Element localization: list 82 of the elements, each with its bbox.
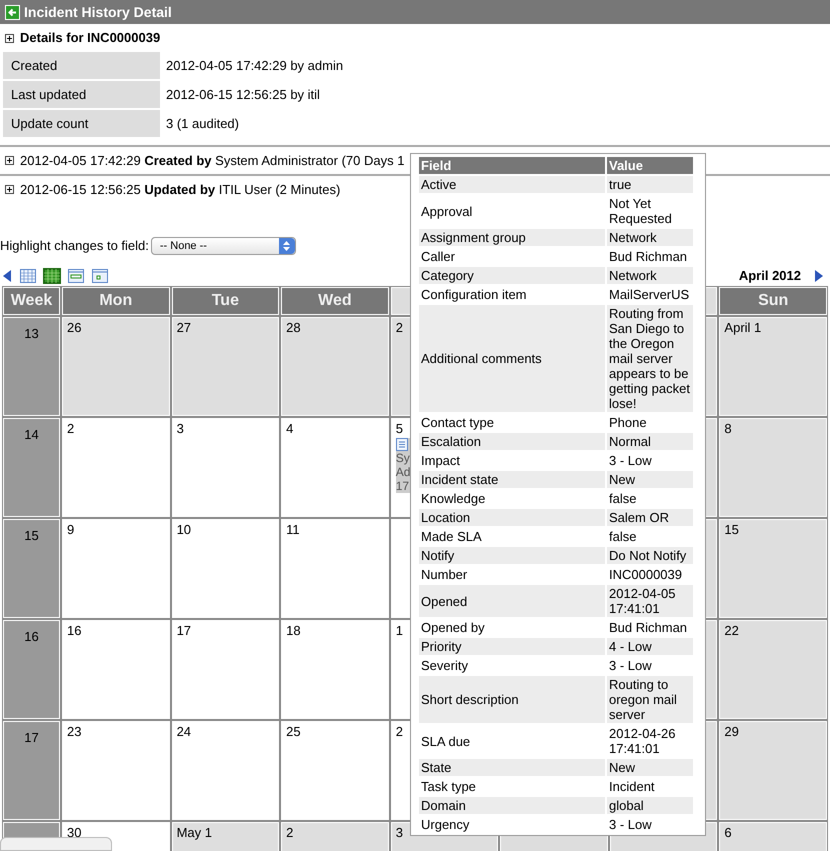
day-number: 11	[286, 522, 300, 537]
day-number: 2	[67, 421, 74, 436]
day-number: 9	[67, 522, 74, 537]
section-heading: Details for INC0000039	[20, 29, 160, 48]
column-header: Wed	[281, 287, 389, 315]
field-name: Priority	[419, 638, 605, 655]
day-number: 1	[396, 623, 403, 638]
field-label: Update count	[3, 110, 160, 137]
day-number: 3	[176, 421, 184, 436]
field-value: Network	[607, 229, 693, 246]
day-number: 3	[396, 825, 403, 840]
day-number: 23	[67, 724, 82, 739]
field-value: Network	[607, 267, 693, 284]
day-number: 5	[396, 421, 403, 436]
column-header: Tue	[172, 287, 280, 315]
day-number: 24	[176, 724, 192, 739]
field-label: Highlight changes to field:	[0, 237, 149, 256]
field-label: Created	[3, 52, 160, 79]
field-name: Short description	[419, 676, 605, 723]
column-header: Value	[607, 157, 693, 174]
expand-icon[interactable]	[5, 185, 14, 194]
day-number: 10	[176, 522, 192, 537]
day-number: 25	[286, 724, 301, 739]
field-name: Notify	[419, 547, 605, 564]
day-number: 2	[286, 825, 294, 840]
column-header: Field	[419, 157, 605, 174]
day-number: 22	[724, 623, 739, 638]
month-grid-icon[interactable]	[44, 269, 60, 283]
field-name: Category	[419, 267, 605, 284]
field-name: Domain	[419, 797, 605, 814]
field-value: 2012-06-15 12:56:25 by itil	[166, 86, 321, 104]
day-number: 17	[176, 623, 192, 638]
day-number: 27	[176, 320, 192, 335]
week-number-cell: 16	[3, 620, 60, 719]
week-number-cell: 13	[3, 317, 60, 416]
day-number: May 1	[176, 825, 212, 840]
day-number: 2	[396, 320, 403, 335]
field-label: Last updated	[3, 81, 160, 108]
expand-icon[interactable]	[5, 156, 14, 165]
day-number: 15	[724, 522, 739, 537]
field-name: Active	[419, 176, 605, 193]
day-number: 2	[396, 724, 403, 739]
calendar-event[interactable]: Sy Ad 17	[396, 438, 412, 493]
week-number-cell: 17	[3, 721, 60, 820]
month-title: April 2012	[738, 267, 801, 286]
day-number: 18	[286, 623, 301, 638]
week-view-icon[interactable]	[92, 269, 108, 283]
previous-arrow-icon[interactable]	[3, 270, 11, 282]
day-number: 26	[67, 320, 82, 335]
field-value: true	[607, 176, 693, 193]
window-title: Incident History Detail	[24, 2, 172, 22]
column-header: Mon	[62, 287, 170, 315]
field-name: Additional comments	[419, 305, 605, 412]
next-arrow-icon[interactable]	[815, 270, 823, 282]
day-number: 28	[286, 320, 301, 335]
day-number: 6	[724, 825, 732, 840]
week-number-cell: 15	[3, 519, 60, 618]
field-name: Assignment group	[419, 229, 605, 246]
day-view-icon[interactable]	[68, 269, 84, 283]
week-number-cell: 14	[3, 418, 60, 517]
column-header: Sun	[719, 287, 827, 315]
field-name: Escalation	[419, 433, 605, 450]
field-name: Location	[419, 509, 605, 526]
history-entry: 2012-06-15 12:56:25 Updated by ITIL User (2 Minutes)	[20, 180, 340, 199]
history-entry: 2012-04-05 17:42:29 Created by System Administrator (70 Days 1	[20, 152, 404, 170]
field-select[interactable]: -- None --	[150, 237, 296, 255]
month-grid-icon[interactable]	[20, 269, 36, 283]
column-header: Week	[3, 287, 60, 315]
day-number: 4	[286, 421, 294, 436]
day-number: 29	[724, 724, 739, 739]
day-number: 8	[724, 421, 732, 436]
expand-icon[interactable]	[5, 34, 14, 42]
document-icon	[396, 438, 408, 451]
field-name: Opened	[419, 585, 605, 617]
day-number: 16	[67, 623, 82, 638]
dropdown-arrows-icon[interactable]	[278, 238, 295, 254]
field-value: 2012-04-05 17:42:29 by admin	[166, 56, 344, 75]
day-number: 30	[67, 825, 82, 840]
field-name: Incident state	[419, 471, 605, 488]
day-number: April 1	[724, 320, 762, 335]
field-value: 3 (1 audited)	[166, 114, 240, 133]
field-name: State	[419, 759, 605, 776]
